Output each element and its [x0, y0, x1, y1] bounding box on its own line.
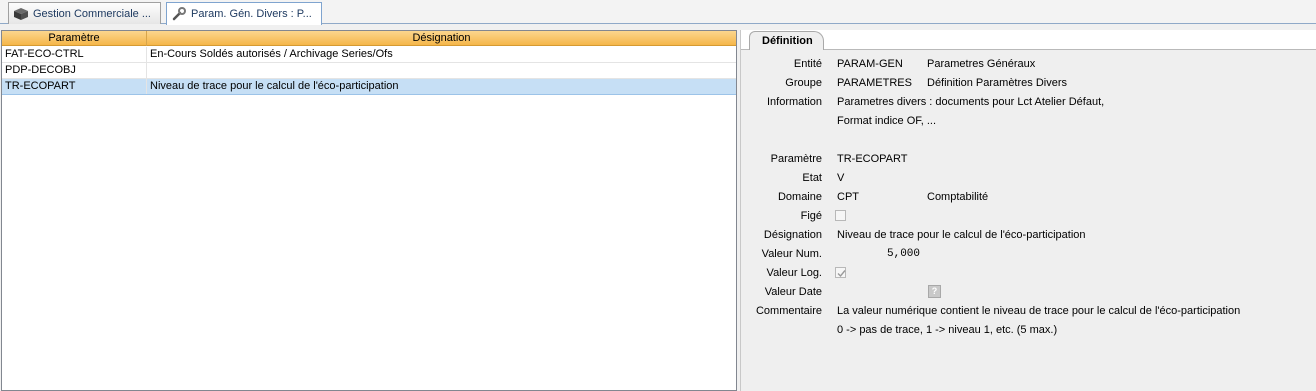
designation-value: Niveau de trace pour le calcul de l'éco-…: [837, 229, 1086, 241]
label-parametre: Paramètre: [770, 153, 822, 165]
cell-parametre: PDP-DECOBJ: [2, 63, 147, 78]
definition-panel: Définition Entité PARAM-GEN Parametres G…: [740, 30, 1316, 391]
label-valeur-log: Valeur Log.: [766, 267, 822, 279]
cell-parametre: TR-ECOPART: [2, 79, 147, 94]
tab-param-gen-divers[interactable]: Param. Gén. Divers : P...: [166, 2, 322, 25]
parametre-value: TR-ECOPART: [837, 153, 908, 165]
etat-value: V: [837, 172, 845, 184]
entite-code: PARAM-GEN: [837, 58, 903, 70]
checkmark-icon: [837, 270, 846, 278]
question-icon[interactable]: ?: [928, 285, 941, 298]
table-row[interactable]: PDP-DECOBJ: [2, 63, 736, 79]
parameters-grid: Paramètre Désignation FAT-ECO-CTRL En-Co…: [1, 30, 737, 391]
information-line1: Parametres divers : documents pour Lct A…: [837, 96, 1105, 108]
label-fige: Figé: [800, 210, 822, 222]
cube-icon: [13, 7, 29, 21]
valeur-log-checkbox[interactable]: [835, 267, 846, 278]
entite-name: Parametres Généraux: [927, 58, 1036, 70]
valeur-num-value: 5,000: [887, 248, 921, 260]
definition-tab-strip: Définition: [741, 30, 1316, 51]
label-groupe: Groupe: [785, 77, 822, 89]
cell-parametre: FAT-ECO-CTRL: [2, 47, 147, 62]
label-domaine: Domaine: [777, 191, 822, 203]
tab-label: Gestion Commerciale ...: [33, 7, 151, 20]
domaine-name: Comptabilité: [927, 191, 989, 203]
information-line2: Format indice OF, ...: [837, 115, 937, 127]
label-designation: Désignation: [763, 229, 822, 241]
commentaire-line2: 0 -> pas de trace, 1 -> niveau 1, etc. (…: [837, 324, 1058, 336]
grid-header: Paramètre Désignation: [2, 31, 736, 46]
label-etat: Etat: [802, 172, 822, 184]
fige-checkbox[interactable]: [835, 210, 846, 221]
label-valeur-date: Valeur Date: [764, 286, 822, 298]
table-row[interactable]: FAT-ECO-CTRL En-Cours Soldés autorisés /…: [2, 47, 736, 63]
commentaire-line1: La valeur numérique contient le niveau d…: [837, 305, 1241, 317]
document-tab-bar: Gestion Commerciale ... Param. Gén. Dive…: [0, 0, 1316, 25]
column-header-designation[interactable]: Désignation: [147, 31, 736, 46]
wrench-icon: [171, 7, 187, 21]
tab-label: Param. Gén. Divers : P...: [191, 8, 312, 20]
table-row-selected[interactable]: TR-ECOPART Niveau de trace pour le calcu…: [2, 79, 736, 95]
cell-designation: Niveau de trace pour le calcul de l'éco-…: [150, 80, 399, 92]
domaine-code: CPT: [837, 191, 859, 203]
definition-form: Entité PARAM-GEN Parametres Généraux Gro…: [741, 50, 1316, 391]
column-header-parametre[interactable]: Paramètre: [2, 31, 147, 46]
cell-designation: [147, 63, 736, 78]
label-commentaire: Commentaire: [755, 305, 822, 317]
tab-definition[interactable]: Définition: [749, 31, 824, 51]
label-information: Information: [766, 96, 822, 108]
groupe-code: PARAMETRES: [837, 77, 912, 89]
tab-gestion-commerciale[interactable]: Gestion Commerciale ...: [8, 2, 161, 24]
cell-designation: En-Cours Soldés autorisés / Archivage Se…: [150, 48, 393, 60]
label-valeur-num: Valeur Num.: [761, 248, 822, 260]
label-entite: Entité: [793, 58, 822, 70]
groupe-name: Définition Paramètres Divers: [927, 77, 1067, 89]
